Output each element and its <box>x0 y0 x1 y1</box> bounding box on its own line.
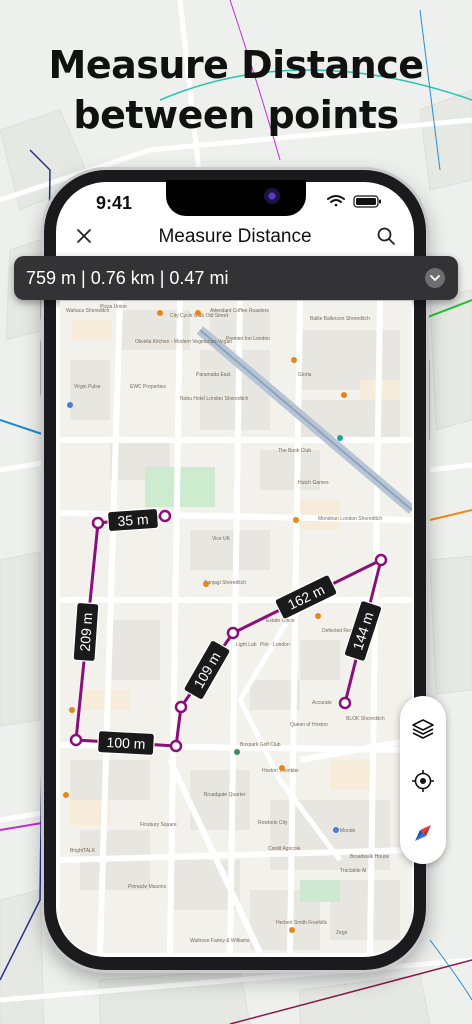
map-label: Accurate <box>312 700 332 706</box>
map-label: Zego <box>336 930 348 936</box>
camera-icon <box>264 188 280 204</box>
wifi-icon <box>327 195 345 207</box>
map-view[interactable]: Wahaca Shoreditch Pizza Union Attendant … <box>60 301 412 953</box>
segment-label-text: 209 m <box>77 612 96 652</box>
map-label: Broadgate Quarter <box>204 792 246 798</box>
layers-button[interactable] <box>410 716 436 742</box>
map-label: Mondrian London Shoreditch <box>318 516 382 522</box>
distance-summary-text: 759 m | 0.76 km | 0.47 mi <box>26 268 229 288</box>
map-label: Queen of Hoxton <box>290 722 328 728</box>
map-label: Boxpark Golf Club <box>240 742 281 748</box>
segment-distance-label: 35 m <box>106 507 160 533</box>
route-point[interactable] <box>174 700 188 714</box>
map-label: Nobu Hotel London Shoreditch <box>180 396 249 402</box>
map-label: EWC Properties <box>130 384 166 390</box>
route-point[interactable] <box>69 733 83 747</box>
route-point[interactable] <box>91 516 105 530</box>
screen-title: Measure Distance <box>158 226 312 247</box>
map-label: Tractable AI <box>340 868 367 874</box>
map-label: Herbert Smith Freehills <box>276 920 328 926</box>
map-label: Light Lab <box>236 642 257 648</box>
route-point[interactable] <box>169 739 183 753</box>
map-label: Plot - London <box>260 642 290 648</box>
phone-side-button <box>426 360 430 440</box>
map-label: Olivelia Kitchen - Modern Vegetarian-Veg… <box>135 339 232 345</box>
map-label: BLOK Shoreditch <box>346 716 385 722</box>
chevron-down-icon <box>430 275 440 281</box>
compass-button[interactable] <box>410 820 436 846</box>
status-time: 9:41 <box>96 193 133 213</box>
search-button[interactable] <box>376 226 396 246</box>
map-label: Pinnacle Masons <box>128 884 167 890</box>
layers-icon <box>412 719 434 739</box>
battery-icon <box>353 195 381 208</box>
segment-distance-label: 100 m <box>97 730 155 756</box>
map-label: Gloria <box>298 372 312 378</box>
map-label: The Book Club <box>278 448 311 454</box>
map-label: Estate Office <box>266 618 295 624</box>
segment-label-text: 100 m <box>106 734 146 752</box>
promo-headline: Measure Distance between points <box>0 40 472 140</box>
route-point[interactable] <box>226 626 240 640</box>
map-label: Vice UK <box>212 536 231 542</box>
headline-line-1: Measure Distance <box>48 43 425 87</box>
map-label: Virgin Pulse <box>74 384 101 390</box>
map-label: Paramatta East <box>196 372 231 378</box>
map-label: Rowbots City <box>258 820 288 826</box>
segment-label-text: 35 m <box>117 511 149 529</box>
map-label: BrightTALK <box>70 848 96 854</box>
map-label: Pizza Union <box>100 304 127 310</box>
status-icons <box>326 194 386 213</box>
route-point[interactable] <box>374 553 388 567</box>
map-label: Waitrose Farley & Williams <box>190 938 250 944</box>
route-point[interactable] <box>338 696 352 710</box>
map-canvas[interactable]: Wahaca Shoreditch Pizza Union Attendant … <box>60 301 412 953</box>
segment-distance-label: 209 m <box>72 601 100 663</box>
expand-distance-button[interactable] <box>425 268 445 288</box>
my-location-icon <box>412 770 434 792</box>
map-label: Broadwalk House <box>350 854 389 860</box>
map-label: Premier Inn London <box>226 336 270 342</box>
map-label: Ballie Ballerson Shoreditch <box>310 316 370 322</box>
map-label: Hutch Games <box>298 480 329 486</box>
route-point[interactable] <box>158 509 172 523</box>
map-label: Credit Agricole <box>268 846 301 852</box>
search-icon <box>377 227 395 245</box>
map-label: Sanjagi Shoreditch <box>204 580 246 586</box>
headline-line-2: between points <box>73 93 399 137</box>
dynamic-island <box>166 180 306 216</box>
my-location-button[interactable] <box>410 768 436 794</box>
map-label: Finsbury Square <box>140 822 177 828</box>
map-label: Mondo <box>340 828 356 834</box>
compass-icon <box>415 825 431 841</box>
